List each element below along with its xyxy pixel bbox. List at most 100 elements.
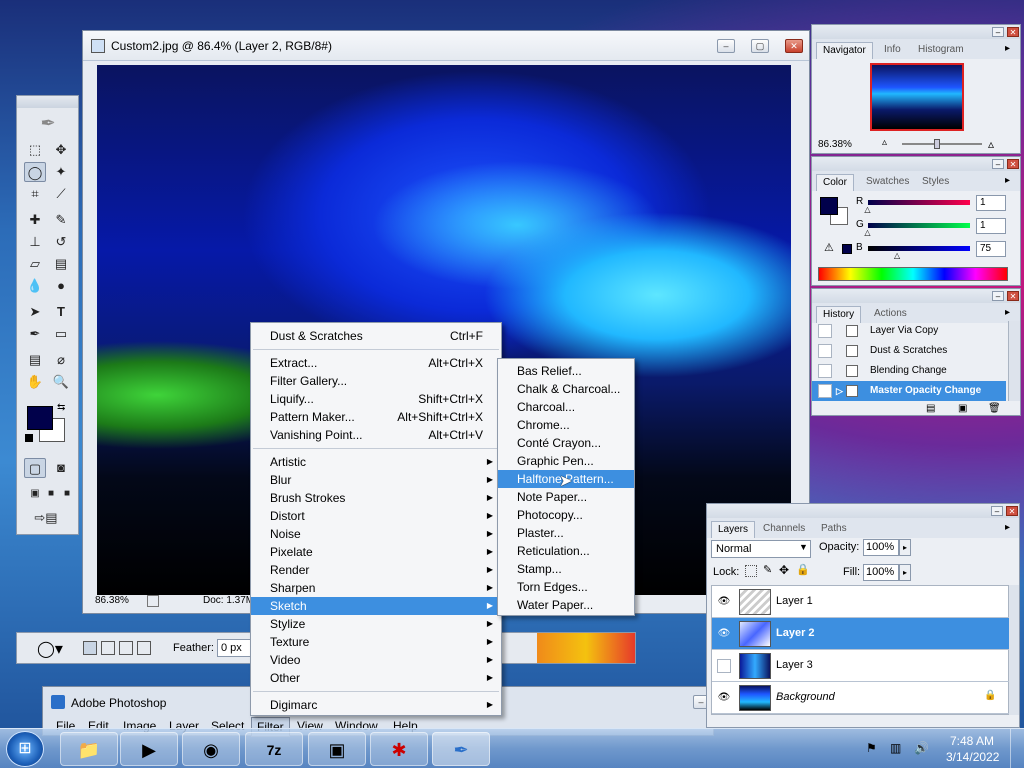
screen-mode-menu-icon[interactable]: ■ xyxy=(43,484,59,504)
lasso-preset-icon[interactable]: ◯▾ xyxy=(37,639,63,659)
filter-liquify-item[interactable]: Liquify... Shift+Ctrl+X xyxy=(251,390,501,408)
sketch-charcoal-item[interactable]: Charcoal... xyxy=(498,398,634,416)
eye-visibility-icon[interactable]: 👁 xyxy=(717,691,731,705)
swap-colors-icon[interactable]: ⇆ xyxy=(57,402,65,413)
filter-last-filter-item[interactable]: Dust & Scratches Ctrl+F xyxy=(251,327,501,345)
sketch-torn-edges-item[interactable]: Torn Edges... xyxy=(498,578,634,596)
tab-styles[interactable]: Styles xyxy=(916,174,955,191)
quick-mask-icon[interactable]: ◙ xyxy=(50,458,72,478)
doc-close-button[interactable]: ✕ xyxy=(785,39,803,53)
sketch-chrome-item[interactable]: Chrome... xyxy=(498,416,634,434)
healing-brush-icon[interactable]: ✚ xyxy=(24,210,46,230)
magic-wand-icon[interactable]: ✦ xyxy=(50,162,72,182)
sketch-plaster-item[interactable]: Plaster... xyxy=(498,524,634,542)
layers-scrollbar[interactable] xyxy=(1009,585,1019,715)
filter-texture-item[interactable]: Texture ▶ xyxy=(251,633,501,651)
eye-visibility-icon[interactable]: 👁 xyxy=(717,627,731,641)
layer-row[interactable]: 👁 Background 🔒 xyxy=(712,682,1009,714)
history-item[interactable]: Dust & Scratches xyxy=(812,341,1006,361)
navigator-minimize-button[interactable]: – xyxy=(992,27,1004,37)
layers-close-button[interactable]: ✕ xyxy=(1006,506,1018,516)
marquee-tool-icon[interactable]: ⬚ xyxy=(24,140,46,160)
fill-slider-button[interactable]: ▸ xyxy=(899,564,911,581)
filter-render-item[interactable]: Render ▶ xyxy=(251,561,501,579)
tray-volume-icon[interactable]: 🔊 xyxy=(914,741,929,755)
filter-sharpen-item[interactable]: Sharpen ▶ xyxy=(251,579,501,597)
tab-paths[interactable]: Paths xyxy=(815,521,853,538)
filter-digimarc-item[interactable]: Digimarc ▶ xyxy=(251,696,501,714)
crop-tool-icon[interactable]: ⌗ xyxy=(24,184,46,204)
taskbar-game-icon[interactable]: ✱ xyxy=(370,732,428,766)
filter-video-item[interactable]: Video ▶ xyxy=(251,651,501,669)
blend-mode-select[interactable]: Normal xyxy=(711,540,811,558)
jump-to-imageready-icon[interactable]: ⇨▤ xyxy=(24,508,68,528)
sketch-conte-crayon-item[interactable]: Conté Crayon... xyxy=(498,434,634,452)
tab-layers[interactable]: Layers xyxy=(711,521,756,538)
zoom-slider-track[interactable] xyxy=(902,143,982,145)
hand-tool-icon[interactable]: ✋ xyxy=(24,372,46,392)
tray-network-icon[interactable]: ▥ xyxy=(890,741,901,755)
color-menu-icon[interactable]: ▸ xyxy=(1005,175,1010,186)
zoom-in-icon[interactable]: ▵ xyxy=(988,137,994,151)
fill-input[interactable]: 100% xyxy=(863,564,899,581)
filter-brush-strokes-item[interactable]: Brush Strokes ▶ xyxy=(251,489,501,507)
tab-histogram[interactable]: Histogram xyxy=(912,42,970,59)
show-desktop-button[interactable] xyxy=(1010,729,1024,768)
move-tool-icon[interactable]: ✥ xyxy=(50,140,72,160)
zoom-out-icon[interactable]: ▵ xyxy=(882,137,887,148)
history-snapshot-checkbox[interactable] xyxy=(818,384,832,398)
taskbar-clock-date[interactable]: 3/14/2022 xyxy=(946,750,999,764)
color-minimize-button[interactable]: – xyxy=(992,159,1004,169)
lock-position-icon[interactable]: ✥ xyxy=(779,563,789,577)
g-slider-track[interactable] xyxy=(868,223,970,228)
opacity-slider-button[interactable]: ▸ xyxy=(899,539,911,556)
new-document-from-state-icon[interactable]: ▤ xyxy=(926,403,935,414)
add-selection-icon[interactable] xyxy=(101,641,115,655)
b-slider-thumb[interactable]: △ xyxy=(894,251,900,260)
doc-maximize-button[interactable]: ▢ xyxy=(751,39,769,53)
layers-panel-bar[interactable]: – ✕ xyxy=(707,504,1019,518)
layers-minimize-button[interactable]: – xyxy=(991,506,1003,516)
new-snapshot-icon[interactable]: ▣ xyxy=(958,403,967,414)
g-slider-thumb[interactable]: △ xyxy=(864,228,870,237)
filter-noise-item[interactable]: Noise ▶ xyxy=(251,525,501,543)
zoom-tool-icon[interactable]: 🔍 xyxy=(50,372,72,392)
history-item-selected[interactable]: ▷ Master Opacity Change xyxy=(812,381,1006,401)
filter-vanishing-point-item[interactable]: Vanishing Point... Alt+Ctrl+V xyxy=(251,426,501,444)
r-slider-track[interactable] xyxy=(868,200,970,205)
eraser-tool-icon[interactable]: ▱ xyxy=(24,254,46,274)
filter-artistic-item[interactable]: Artistic ▶ xyxy=(251,453,501,471)
eye-visibility-icon[interactable]: 👁 xyxy=(717,595,731,609)
layer-row-selected[interactable]: 👁 Layer 2 xyxy=(712,618,1009,650)
clone-stamp-icon[interactable]: ⊥ xyxy=(24,232,46,252)
filter-extract-item[interactable]: Extract... Alt+Ctrl+X xyxy=(251,354,501,372)
tray-action-center-icon[interactable]: ⚑ xyxy=(866,741,877,755)
default-colors-icon[interactable] xyxy=(25,434,33,442)
eye-visibility-hidden-icon[interactable] xyxy=(717,659,731,673)
lasso-tool-icon[interactable]: ◯ xyxy=(24,162,46,182)
start-button-icon[interactable]: ⊞ xyxy=(6,731,44,767)
color-spectrum-ramp[interactable] xyxy=(818,267,1008,281)
sketch-bas-relief-item[interactable]: Bas Relief... xyxy=(498,362,634,380)
filter-stylize-item[interactable]: Stylize ▶ xyxy=(251,615,501,633)
delete-state-icon[interactable]: 🗑 xyxy=(988,403,1001,414)
b-slider-track[interactable] xyxy=(868,246,970,251)
tab-swatches[interactable]: Swatches xyxy=(860,174,915,191)
history-minimize-button[interactable]: – xyxy=(992,291,1004,301)
brush-tool-icon[interactable]: ✎ xyxy=(50,210,72,230)
taskbar-image-viewer-icon[interactable]: ▣ xyxy=(308,732,366,766)
history-item[interactable]: Blending Change xyxy=(812,361,1006,381)
status-menu-icon[interactable] xyxy=(147,595,159,607)
history-snapshot-checkbox[interactable] xyxy=(818,364,832,378)
lock-all-icon[interactable]: 🔒 xyxy=(796,563,810,576)
shape-tool-icon[interactable]: ▭ xyxy=(50,324,72,344)
type-tool-icon[interactable]: T xyxy=(50,302,72,322)
history-close-button[interactable]: ✕ xyxy=(1007,291,1019,301)
blend-mode-chevron-icon[interactable]: ▼ xyxy=(799,542,808,552)
taskbar-7zip-icon[interactable]: 7z xyxy=(245,732,303,766)
intersect-selection-icon[interactable] xyxy=(137,641,151,655)
screen-mode-full-icon[interactable]: ■ xyxy=(59,484,75,504)
taskbar-photoshop-icon[interactable]: ✒ xyxy=(432,732,490,766)
history-panel-bar[interactable]: – ✕ xyxy=(812,289,1020,303)
sketch-photocopy-item[interactable]: Photocopy... xyxy=(498,506,634,524)
